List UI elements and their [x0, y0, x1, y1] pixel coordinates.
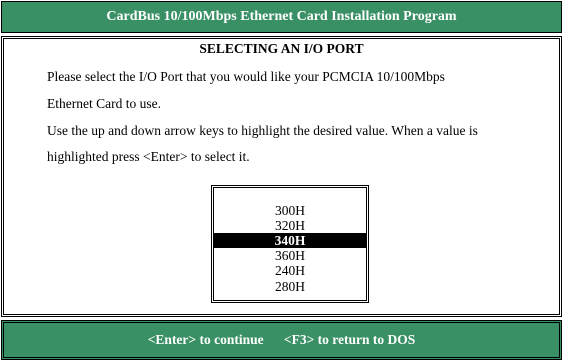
instruction-line-2: Ethernet Card to use. [47, 96, 161, 111]
instruction-line-4: highlighted press <Enter> to select it. [47, 149, 250, 164]
port-option-320h[interactable]: 320H [214, 218, 366, 233]
instruction-line-1: Please select the I/O Port that you woul… [47, 69, 445, 84]
port-option-240h[interactable]: 240H [214, 263, 366, 278]
port-option-360h[interactable]: 360H [214, 248, 366, 263]
panel-title: SELECTING AN I/O PORT [199, 41, 364, 56]
port-option-300h[interactable]: 300H [214, 203, 366, 218]
app-title: CardBus 10/100Mbps Ethernet Card Install… [106, 9, 457, 24]
port-option-340h-selected[interactable]: 340H [214, 233, 366, 248]
return-to-dos-hint[interactable]: <F3> to return to DOS [284, 332, 415, 348]
installer-screen: CardBus 10/100Mbps Ethernet Card Install… [0, 0, 565, 363]
footer-bar: <Enter> to continue <F3> to return to DO… [1, 320, 562, 360]
port-option-280h[interactable]: 280H [214, 279, 366, 294]
content-panel: SELECTING AN I/O PORT Please select the … [1, 36, 562, 317]
instruction-line-3: Use the up and down arrow keys to highli… [47, 123, 478, 138]
continue-hint[interactable]: <Enter> to continue [148, 332, 264, 348]
title-bar: CardBus 10/100Mbps Ethernet Card Install… [1, 1, 562, 33]
io-port-listbox[interactable]: 300H 320H 340H 360H 240H 280H [211, 185, 369, 303]
